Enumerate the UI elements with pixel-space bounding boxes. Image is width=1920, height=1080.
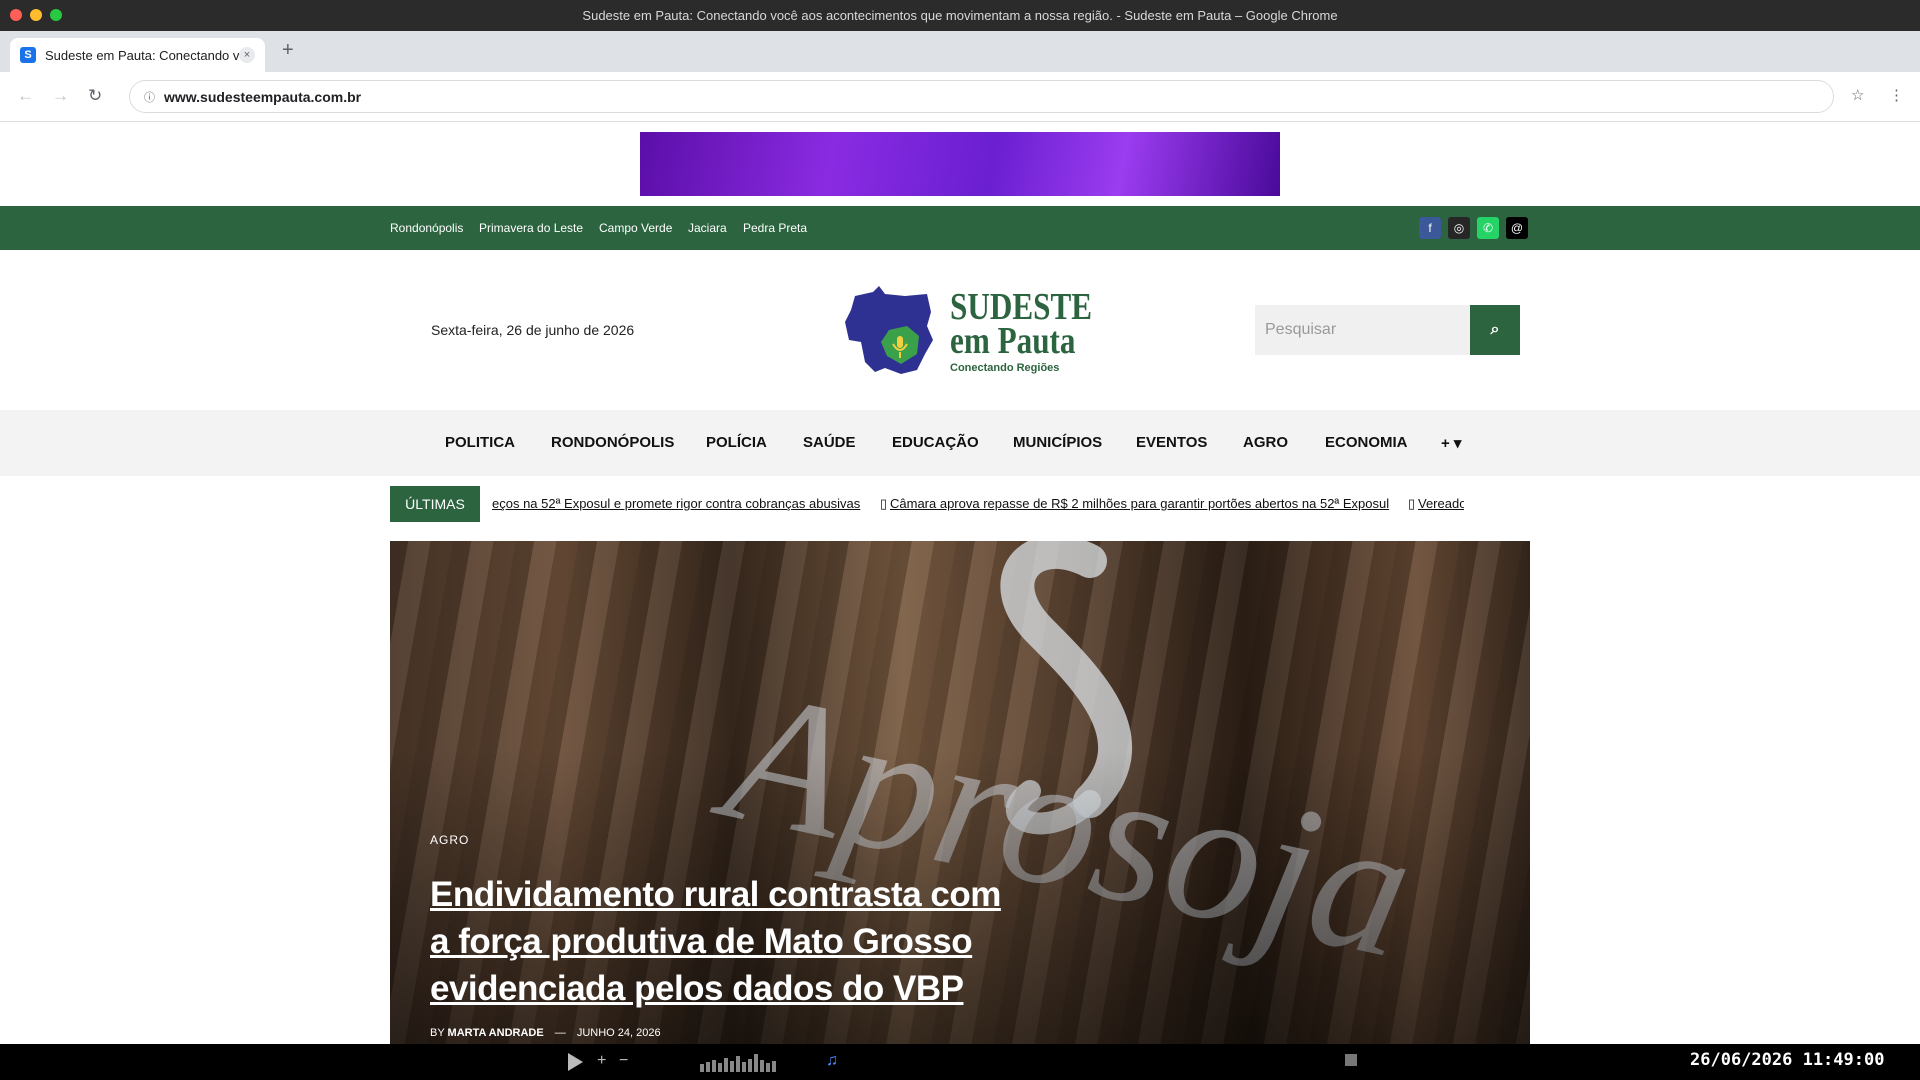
menu-more-dropdown[interactable]: + ▾	[1441, 434, 1461, 452]
tab-strip: S Sudeste em Pauta: Conectando v... × +	[0, 31, 1920, 72]
city-link-campo-verde[interactable]: Campo Verde	[599, 221, 672, 235]
logo-title-line2: em Pauta	[950, 320, 1076, 362]
search-icon: ⌕	[1490, 321, 1500, 338]
window-titlebar: Sudeste em Pauta: Conectando você aos ac…	[0, 0, 1920, 31]
system-taskbar: + − ♫ 26/06/2026 11:49:00	[0, 1044, 1920, 1080]
back-button[interactable]: ←	[17, 86, 34, 106]
ticker-bullet-icon: ▯	[880, 496, 888, 511]
bookmark-star-icon[interactable]: ☆	[1851, 86, 1864, 104]
menu-item-rondonopolis[interactable]: RONDONÓPOLIS	[551, 434, 674, 451]
whatsapp-icon[interactable]: ✆	[1477, 217, 1499, 239]
menu-item-politica[interactable]: POLITICA	[445, 434, 515, 451]
facebook-icon[interactable]: f	[1419, 217, 1441, 239]
ticker-item[interactable]: Vereado	[1418, 496, 1464, 511]
favicon-icon: S	[20, 47, 36, 63]
web-page: Rondonópolis Primavera do Leste Campo Ve…	[0, 122, 1920, 1044]
city-link-pedra-preta[interactable]: Pedra Preta	[743, 221, 807, 235]
tab-close-icon[interactable]: ×	[239, 47, 255, 63]
menu-item-eventos[interactable]: EVENTOS	[1136, 434, 1207, 451]
threads-icon[interactable]: @	[1506, 217, 1528, 239]
menu-item-agro[interactable]: AGRO	[1243, 434, 1288, 451]
search-button[interactable]: ⌕	[1470, 305, 1520, 355]
forward-button[interactable]: →	[52, 86, 69, 106]
search-input[interactable]: Pesquisar	[1255, 305, 1470, 355]
instagram-icon[interactable]: ◎	[1448, 217, 1470, 239]
menu-item-saude[interactable]: SAÚDE	[803, 434, 856, 451]
article-meta: BY MARTA ANDRADE — JUNHO 24, 2026	[430, 1027, 661, 1039]
chrome-menu-icon[interactable]: ⋮	[1889, 86, 1904, 104]
featured-article[interactable]: Aprosoja AGRO Endividamento rural contra…	[390, 541, 1530, 1044]
ticker-bullet-icon: ▯	[1408, 496, 1416, 511]
news-ticker: eços na 52ª Exposul e promete rigor cont…	[492, 494, 1464, 516]
music-note-icon[interactable]: ♫	[826, 1052, 838, 1070]
audio-level-meter-icon	[700, 1054, 776, 1072]
byline-prefix: BY	[430, 1027, 445, 1039]
maximize-window-button[interactable]	[50, 9, 62, 21]
site-logo[interactable]: SUDESTE em Pauta Conectando Regiões	[835, 282, 1095, 382]
window-title: Sudeste em Pauta: Conectando você aos ac…	[582, 8, 1338, 23]
play-icon[interactable]	[566, 1052, 584, 1072]
ad-banner[interactable]	[640, 132, 1280, 196]
taskbar-clock: 26/06/2026 11:49:00	[1690, 1050, 1885, 1070]
city-link-jaciara[interactable]: Jaciara	[688, 221, 727, 235]
address-bar[interactable]: ⓘ www.sudesteempauta.com.br	[129, 80, 1834, 113]
menu-item-municipios[interactable]: MUNICÍPIOS	[1013, 434, 1102, 451]
main-menu: POLITICA RONDONÓPOLIS POLÍCIA SAÚDE EDUC…	[0, 410, 1920, 476]
current-date: Sexta-feira, 26 de junho de 2026	[431, 322, 635, 338]
article-author[interactable]: MARTA ANDRADE	[448, 1027, 544, 1039]
minimize-window-button[interactable]	[30, 9, 42, 21]
article-date: JUNHO 24, 2026	[576, 1027, 661, 1039]
tab-title: Sudeste em Pauta: Conectando v...	[45, 47, 239, 63]
city-link-rondonopolis[interactable]: Rondonópolis	[390, 221, 463, 235]
ticker-item[interactable]: eços na 52ª Exposul e promete rigor cont…	[492, 496, 860, 511]
city-link-primavera[interactable]: Primavera do Leste	[479, 221, 583, 235]
logo-tagline: Conectando Regiões	[950, 362, 1060, 374]
ticker-label: ÚLTIMAS	[390, 486, 480, 522]
article-category[interactable]: AGRO	[430, 833, 469, 847]
window-controls	[10, 9, 62, 21]
article-title[interactable]: Endividamento rural contrasta com a forç…	[430, 871, 1010, 1012]
menu-item-economia[interactable]: ECONOMIA	[1325, 434, 1408, 451]
city-topbar: Rondonópolis Primavera do Leste Campo Ve…	[0, 206, 1920, 250]
close-window-button[interactable]	[10, 9, 22, 21]
meta-separator: —	[554, 1027, 566, 1039]
reload-button[interactable]: ↻	[88, 86, 102, 106]
browser-window: Sudeste em Pauta: Conectando você aos ac…	[0, 0, 1920, 1080]
mato-grosso-map-icon	[845, 286, 933, 374]
tray-app-icon[interactable]	[1345, 1054, 1357, 1066]
volume-down-icon[interactable]: −	[619, 1052, 628, 1070]
ticker-item[interactable]: Câmara aprova repasse de R$ 2 milhões pa…	[890, 496, 1389, 511]
new-tab-button[interactable]: +	[282, 39, 294, 62]
volume-up-icon[interactable]: +	[597, 1052, 606, 1070]
menu-item-policia[interactable]: POLÍCIA	[706, 434, 767, 451]
menu-item-educacao[interactable]: EDUCAÇÃO	[892, 434, 979, 451]
url-text: www.sudesteempauta.com.br	[164, 88, 362, 105]
browser-tab[interactable]: S Sudeste em Pauta: Conectando v... ×	[10, 38, 265, 72]
site-info-icon[interactable]: ⓘ	[144, 89, 155, 105]
browser-toolbar: ← → ↻ ⓘ www.sudesteempauta.com.br ☆ ⋮	[0, 72, 1920, 122]
